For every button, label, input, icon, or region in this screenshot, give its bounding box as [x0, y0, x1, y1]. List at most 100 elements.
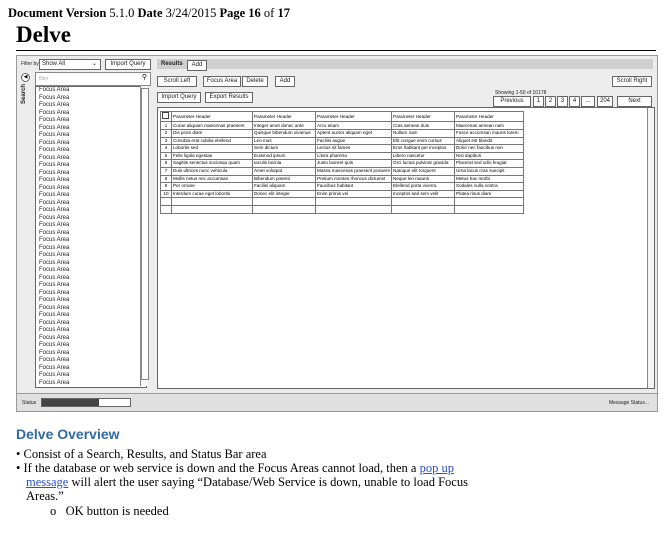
table-row[interactable]: 1 Curae aliquam maecenas praesent Integer … [160, 121, 524, 130]
table-cell: Leo mus [252, 136, 316, 146]
list-item[interactable]: Focus Area [36, 290, 146, 298]
filter-select[interactable]: Show All ⌄ [39, 59, 101, 70]
list-item[interactable]: Focus Area [36, 327, 146, 335]
table-row[interactable] [160, 197, 524, 206]
list-item[interactable]: Focus Area [36, 282, 146, 290]
table-row[interactable]: 4 Lobortis sed Sem dictum Lectus sit fames E… [160, 144, 524, 153]
scroll-right-button[interactable]: Scroll Right [612, 76, 652, 87]
list-item[interactable]: Focus Area [36, 237, 146, 245]
table-row[interactable]: 10 Interdum curae eget lobortis Donec elit… [160, 189, 524, 199]
ui-mockup: Filter by Show All ⌄ Import Query ◀ Searc… [16, 55, 658, 412]
list-item[interactable]: Focus Area [36, 132, 146, 140]
list-item[interactable]: Focus Area [36, 215, 146, 223]
table-cell: Mollis netus nec accumsan [171, 174, 253, 184]
list-item[interactable]: Focus Area [36, 342, 146, 350]
table-cell [252, 204, 316, 214]
page-1-button[interactable]: 1 [533, 96, 544, 107]
column-header[interactable]: Parameter Header [454, 110, 524, 123]
progress-bar [41, 398, 131, 407]
table-cell: Urna lacus cras suscipit [454, 166, 524, 176]
list-item[interactable]: Focus Area [36, 222, 146, 230]
list-item[interactable]: Focus Area [36, 177, 146, 185]
list-item[interactable]: Focus Area [36, 230, 146, 238]
list-item[interactable]: Focus Area [36, 200, 146, 208]
delete-button[interactable]: Delete [242, 76, 268, 87]
page-last-button[interactable]: 204 [597, 96, 613, 107]
list-item[interactable]: Focus Area [36, 185, 146, 193]
table-cell: Justo laoreet quis [315, 159, 392, 168]
list-item[interactable]: Focus Area [36, 170, 146, 178]
list-item[interactable]: Focus Area [36, 335, 146, 343]
list-item[interactable]: Focus Area [36, 365, 146, 373]
list-item[interactable]: Focus Area [36, 192, 146, 200]
list-item: • If the database or web service is down… [16, 461, 468, 503]
focus-area-list[interactable]: Focus Area Focus Area Focus Area Focus Area… [35, 86, 147, 388]
import-query-button-2[interactable]: Import Query [157, 92, 201, 103]
list-item[interactable]: Focus Area [36, 305, 146, 313]
table-cell: Eleifend porta viverra [391, 182, 455, 191]
collapse-icon[interactable]: ◀ [21, 73, 30, 82]
focus-area-button[interactable]: Focus Area [203, 76, 241, 87]
import-query-button[interactable]: Import Query [105, 59, 151, 70]
page-3-button[interactable]: 3 [557, 96, 568, 107]
column-header[interactable]: Parameter Header [171, 110, 253, 123]
table-row[interactable]: 2 Dis proin diam Quisque bibendum vivamus A… [160, 129, 524, 138]
list-item[interactable]: Focus Area [36, 372, 146, 380]
table-row[interactable]: 9 Per ornare Facilisi aliquam Faucibus habi… [160, 182, 524, 191]
list-item[interactable]: Focus Area [36, 95, 146, 103]
tab-results[interactable]: Results [161, 61, 183, 67]
grid-scrollbar[interactable] [647, 108, 654, 388]
column-header[interactable]: Parameter Header [315, 110, 392, 123]
scroll-left-button[interactable]: Scroll Left [157, 76, 197, 87]
next-button[interactable]: Next [617, 96, 652, 107]
table-row[interactable]: 7 Duis ultrices nunc vehicula Amet volutpa… [160, 166, 524, 176]
search-input[interactable]: filter ⚲ [35, 72, 151, 86]
list-scrollbar[interactable] [140, 86, 149, 386]
add-button[interactable]: Add [275, 76, 295, 87]
list-item[interactable]: Focus Area [36, 207, 146, 215]
list-item[interactable]: Focus Area [36, 125, 146, 133]
list-item[interactable]: Focus Area [36, 147, 146, 155]
table-cell: 1 [160, 121, 172, 130]
previous-button[interactable]: Previous [493, 96, 531, 107]
list-item[interactable]: Focus Area [36, 320, 146, 328]
table-row[interactable]: 6 Sagittis senectus sociosqu quam Iaculis … [160, 159, 524, 168]
table-row[interactable]: 8 Mollis netus nec accumsan Bibendum poten… [160, 174, 524, 184]
list-item[interactable]: Focus Area [36, 117, 146, 125]
search-tab[interactable]: Search [21, 84, 27, 104]
table-cell: Libero nascetur [391, 151, 455, 161]
list-item[interactable]: Focus Area [36, 155, 146, 163]
list-item[interactable]: Focus Area [36, 162, 146, 170]
results-grid[interactable]: Parameter Header Parameter Header Paramete… [157, 107, 655, 389]
page-title: Delve [16, 22, 71, 47]
list-item[interactable]: Focus Area [36, 380, 146, 388]
list-item[interactable]: Focus Area [36, 260, 146, 268]
list-item[interactable]: Focus Area [36, 245, 146, 253]
chevron-down-icon: ⌄ [91, 61, 97, 67]
column-header[interactable]: Parameter Header [391, 110, 455, 123]
list-item[interactable]: Focus Area [36, 252, 146, 260]
list-item[interactable]: Focus Area [36, 87, 146, 95]
list-item[interactable]: Focus Area [36, 297, 146, 305]
table-row[interactable]: 5 Felis ligula egestas Euismod ipsum Litora… [160, 151, 524, 161]
page-ellipsis[interactable]: ... [581, 96, 595, 107]
page-4-button[interactable]: 4 [569, 96, 580, 107]
list-item[interactable]: Focus Area [36, 350, 146, 358]
table-cell: Arcu etiam [315, 121, 392, 130]
list-item[interactable]: Focus Area [36, 357, 146, 365]
list-item[interactable]: Focus Area [36, 102, 146, 110]
search-icon: ⚲ [141, 74, 147, 81]
table-row[interactable] [160, 204, 524, 214]
list-item[interactable]: Focus Area [36, 275, 146, 283]
page-2-button[interactable]: 2 [545, 96, 556, 107]
tab-add[interactable]: Add [187, 60, 207, 71]
table-cell: Natoque elit torquent [391, 166, 455, 176]
list-item[interactable]: Focus Area [36, 267, 146, 275]
table-row[interactable]: 3 Conubia erat cubilia eleifend Leo mus Fac… [160, 136, 524, 146]
select-all-checkbox[interactable] [160, 110, 172, 123]
list-item[interactable]: Focus Area [36, 312, 146, 320]
export-results-button[interactable]: Export Results [205, 92, 253, 103]
column-header[interactable]: Parameter Header [252, 110, 316, 123]
list-item[interactable]: Focus Area [36, 110, 146, 118]
list-item[interactable]: Focus Area [36, 140, 146, 148]
